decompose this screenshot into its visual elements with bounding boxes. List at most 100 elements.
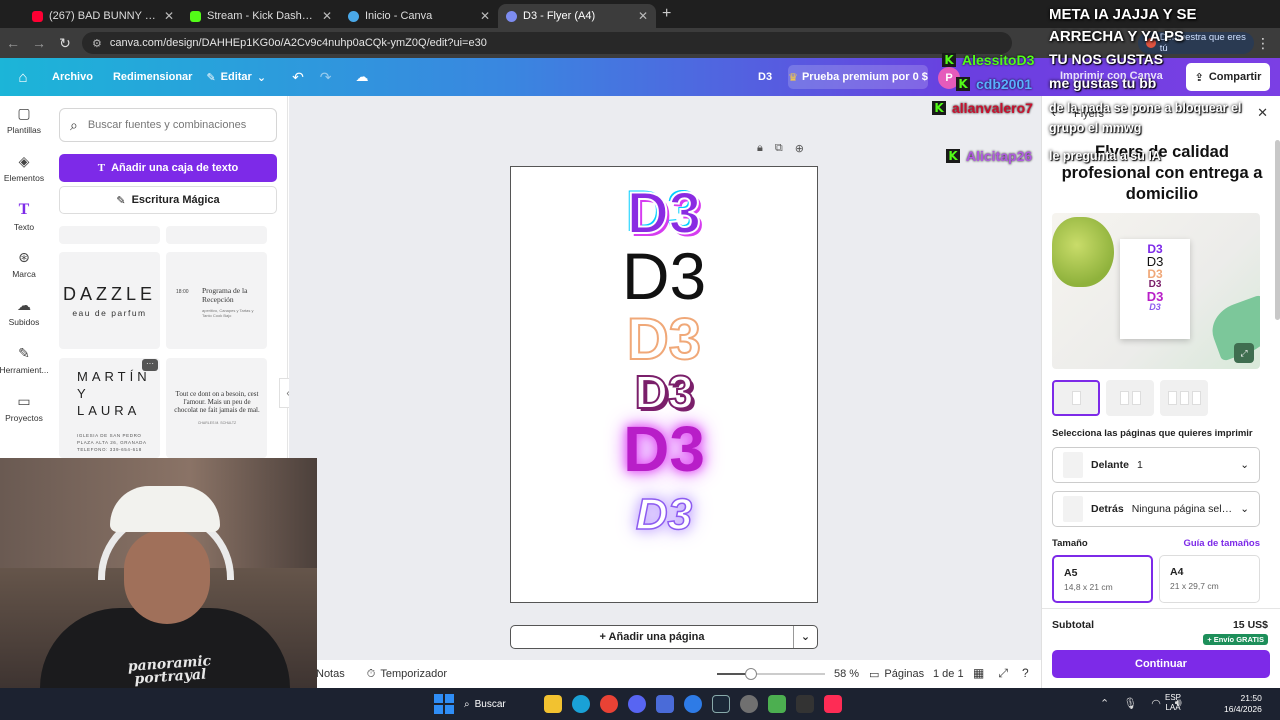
more-options-icon[interactable]: ··· xyxy=(142,359,158,371)
file-explorer-icon[interactable] xyxy=(544,695,562,713)
close-icon[interactable]: ✕ xyxy=(480,9,490,23)
add-page-bar: + Añadir una página ⌄ xyxy=(510,625,818,649)
undo-icon[interactable]: ↶ xyxy=(292,69,304,86)
pages-button[interactable]: ▭ Páginas xyxy=(869,668,924,681)
browser-tab-canva-home[interactable]: Inicio - Canva ✕ xyxy=(340,4,498,28)
font-combo-programa[interactable]: 18:00 Programa de la Recepción aperitivo… xyxy=(166,252,267,349)
document-name[interactable]: D3 xyxy=(758,71,772,83)
editar-label: Editar xyxy=(220,71,252,83)
add-page-button[interactable]: + Añadir una página xyxy=(511,631,793,643)
font-combo-martin-laura[interactable]: MARTÍN Y LAURA IGLESIA DE SAN PEDRO PLAZ… xyxy=(59,358,160,458)
forward-icon[interactable]: → xyxy=(26,35,52,51)
d3-text-glow[interactable]: D3 xyxy=(511,492,817,538)
windows-start-icon[interactable] xyxy=(434,694,454,714)
zoom-value[interactable]: 58 % xyxy=(834,668,859,680)
d3-text-neon[interactable]: D3 xyxy=(511,417,817,481)
back-icon[interactable]: ← xyxy=(0,35,26,51)
font-search-input[interactable]: ⌕ Buscar fuentes y combinaciones xyxy=(59,108,277,142)
zoom-slider[interactable] xyxy=(717,668,825,680)
expand-icon[interactable]: ⤢ xyxy=(1234,343,1254,363)
help-icon[interactable]: ? xyxy=(1022,666,1029,681)
close-icon[interactable]: ✕ xyxy=(164,9,174,23)
zoom-slider-knob[interactable] xyxy=(745,668,758,680)
size-guide-link[interactable]: Guía de tamaños xyxy=(1183,538,1260,549)
timer-button[interactable]: ⏱ Temporizador xyxy=(367,668,447,681)
rail-item-elementos[interactable]: ◈ Elementos xyxy=(0,144,48,192)
tiktok-icon[interactable] xyxy=(824,695,842,713)
font-combo-tile-top-right[interactable] xyxy=(166,226,267,244)
chevron-up-icon[interactable]: ⌃ xyxy=(1100,697,1109,710)
font-combo-tout[interactable]: Tout ce dont on a besoin, cest l'amour. … xyxy=(166,358,267,458)
discord-icon[interactable] xyxy=(628,695,646,713)
martin-laura-details: IGLESIA DE SAN PEDRO PLAZA ALTA 26, GRAN… xyxy=(77,433,147,453)
grid-view-icon[interactable]: ▦ xyxy=(973,666,984,681)
microphone-icon[interactable]: 🎙︎ xyxy=(1123,697,1137,710)
chevron-down-icon[interactable]: ⌄ xyxy=(793,626,817,648)
editar-menu[interactable]: ✎ Editar ⌄ xyxy=(206,71,266,84)
edge-icon[interactable] xyxy=(572,695,590,713)
front-label: Delante xyxy=(1091,459,1129,471)
notes-button[interactable]: Notas xyxy=(316,668,345,680)
lock-icon[interactable]: 🔒︎ xyxy=(757,142,763,155)
steam-icon[interactable] xyxy=(712,695,730,713)
duplicate-page-icon[interactable]: ⧉ xyxy=(775,142,783,155)
rail-item-texto[interactable]: T Texto xyxy=(0,192,48,240)
new-tab-button[interactable]: + xyxy=(662,5,671,23)
martin-laura-title: MARTÍN Y LAURA xyxy=(77,369,151,418)
settings-icon[interactable] xyxy=(740,695,758,713)
page-thumb-icon xyxy=(1063,452,1083,478)
network-app-icon[interactable] xyxy=(656,695,674,713)
browser-tab-flyer[interactable]: D3 - Flyer (A4) ✕ xyxy=(498,4,656,28)
continue-button[interactable]: Continuar xyxy=(1052,650,1270,678)
redo-icon[interactable]: ↷ xyxy=(320,69,332,86)
url-field[interactable]: ⚙ canva.com/design/DAHHEp1KG0o/A2Cv9c4nu… xyxy=(82,32,1012,54)
redimensionar-button[interactable]: Redimensionar xyxy=(113,71,192,83)
browser-tab-kick[interactable]: Stream - Kick Dashboard ✕ xyxy=(182,4,340,28)
share-icon: ⇪ xyxy=(1194,71,1204,84)
chrome-icon[interactable] xyxy=(600,695,618,713)
taskbar-search[interactable]: ⌕ Buscar xyxy=(464,699,534,710)
size-option-a5[interactable]: A5 14,8 x 21 cm xyxy=(1052,555,1153,603)
front-page-dropdown[interactable]: Delante 1 ⌄ xyxy=(1052,447,1260,483)
rail-item-plantillas[interactable]: ▢ Plantillas xyxy=(0,96,48,144)
d3-text-plain[interactable]: D3 xyxy=(511,243,817,309)
font-combo-tile-top-left[interactable] xyxy=(59,226,160,244)
rail-item-herramientas[interactable]: ✎ Herramient... xyxy=(0,336,49,384)
close-icon[interactable]: ✕ xyxy=(638,9,648,23)
add-text-box-button[interactable]: T Añadir una caja de texto xyxy=(59,154,277,182)
browser-tab-youtube[interactable]: (267) BAD BUNNY x DADDY YA ✕ xyxy=(24,4,182,28)
thumbnail-2[interactable] xyxy=(1106,380,1154,416)
share-button[interactable]: ⇪ Compartir xyxy=(1186,63,1270,91)
flyer-page[interactable]: D3 D3 D3 D3 D3 D3 xyxy=(510,166,818,603)
panel-scrollbar[interactable] xyxy=(1275,140,1280,320)
minecraft-icon[interactable] xyxy=(768,695,786,713)
rail-item-marca[interactable]: ⊛ Marca xyxy=(0,240,48,288)
fullscreen-icon[interactable]: ⤢ xyxy=(998,666,1008,681)
add-page-icon[interactable]: ⊕ xyxy=(795,142,804,155)
chat-username: allanvalero7 xyxy=(952,100,1033,116)
site-settings-icon[interactable]: ⚙ xyxy=(92,37,102,50)
d3-text-gradient[interactable]: D3 xyxy=(511,184,817,244)
d3-text-3d[interactable]: D3 xyxy=(511,368,817,416)
taskbar-clock[interactable]: 21:50 16/4/2026 xyxy=(1224,693,1262,715)
d3-text-outline[interactable]: D3 xyxy=(511,310,817,370)
cloud-save-icon[interactable]: ☁ xyxy=(356,69,369,85)
thumbnail-1[interactable] xyxy=(1052,380,1100,416)
font-combo-dazzle[interactable]: DAZZLE eau de parfum xyxy=(59,252,160,349)
language-indicator[interactable]: ESP LAA xyxy=(1165,693,1181,713)
archivo-menu[interactable]: Archivo xyxy=(52,71,93,83)
premium-trial-button[interactable]: ♛ Prueba premium por 0 $ xyxy=(788,65,928,89)
back-page-dropdown[interactable]: Detrás Ninguna página seleccionada ⌄ xyxy=(1052,491,1260,527)
wifi-icon[interactable]: ◠ xyxy=(1151,697,1161,710)
magic-write-button[interactable]: ✎ Escritura Mágica xyxy=(59,186,277,214)
rail-item-proyectos[interactable]: ▭ Proyectos xyxy=(0,384,48,432)
rail-item-subidos[interactable]: ☁ Subidos xyxy=(0,288,48,336)
epic-games-icon[interactable] xyxy=(796,695,814,713)
home-icon[interactable]: ⌂ xyxy=(0,69,46,86)
close-icon[interactable]: ✕ xyxy=(322,9,332,23)
dazzle-subtitle: eau de parfum xyxy=(72,308,147,318)
size-option-a4[interactable]: A4 21 x 29,7 cm xyxy=(1159,555,1260,603)
app-icon[interactable] xyxy=(684,695,702,713)
reload-icon[interactable]: ↻ xyxy=(52,35,78,52)
thumbnail-3[interactable] xyxy=(1160,380,1208,416)
